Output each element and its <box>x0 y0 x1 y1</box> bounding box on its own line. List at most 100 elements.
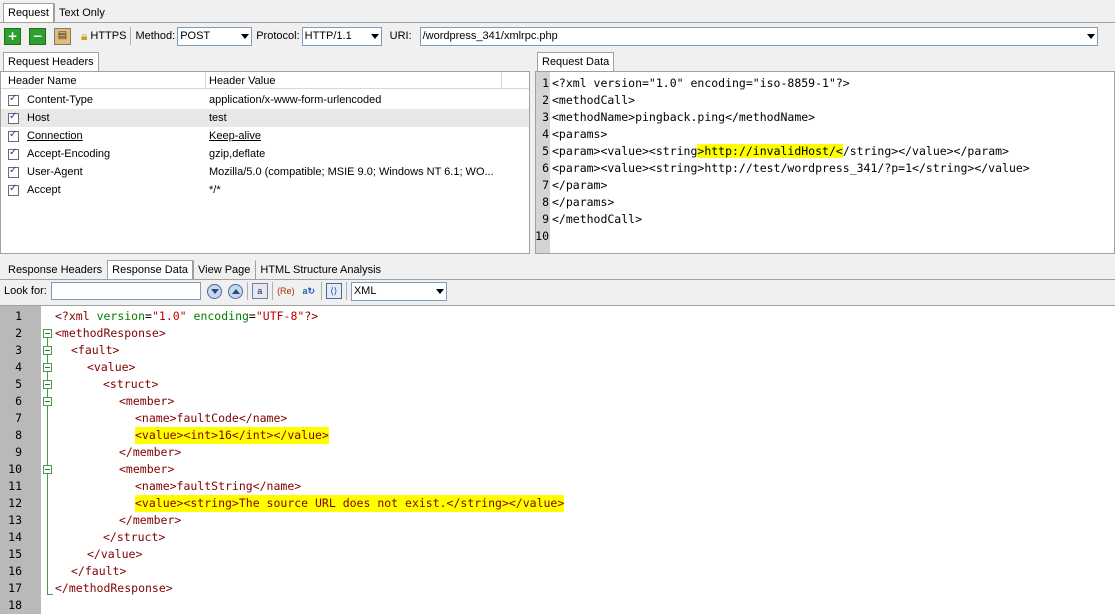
chevron-down-icon <box>370 33 379 39</box>
https-toggle[interactable]: HTTPS <box>90 30 126 42</box>
code-line: <param><value><string>http://test/wordpr… <box>552 161 1030 175</box>
tab-request[interactable]: Request <box>3 3 54 22</box>
toolbar-divider <box>130 27 132 45</box>
code-line: <methodName>pingback.ping</methodName> <box>552 110 816 124</box>
header-value: gzip,deflate <box>209 148 266 160</box>
line-number: 10 <box>535 229 549 243</box>
line-number: 17 <box>8 581 22 595</box>
tab-response-headers[interactable]: Response Headers <box>3 260 107 279</box>
code-line: </value> <box>87 547 143 561</box>
header-name: Accept-Encoding <box>27 148 111 160</box>
request-headers-tabbar: Request Headers <box>3 52 99 71</box>
highlighted-text: >http://invalidHost/< <box>697 144 843 158</box>
header-row[interactable]: Accept */* <box>1 181 529 199</box>
tab-request-headers[interactable]: Request Headers <box>3 52 99 71</box>
fold-toggle-icon[interactable] <box>43 363 52 372</box>
toolbar-divider <box>271 282 273 300</box>
header-name: Content-Type <box>27 94 94 106</box>
protocol-select[interactable]: HTTP/1.1 <box>301 26 382 46</box>
code-line: <name>faultString</name> <box>135 479 302 493</box>
header-name: Accept <box>27 184 61 196</box>
tab-request-data[interactable]: Request Data <box>537 52 615 71</box>
line-number: 6 <box>15 394 22 408</box>
find-next-icon[interactable] <box>206 283 222 299</box>
request-headers-panel: Header Name Header Value Content-Type app… <box>0 71 530 254</box>
line-number: 14 <box>8 530 22 544</box>
xml-declaration: <?xml version="1.0" encoding="UTF-8"?> <box>55 308 318 325</box>
replace-icon[interactable]: a↻ <box>301 283 317 299</box>
header-value: test <box>209 112 227 124</box>
response-data-editor[interactable]: 1 2 3 4 5 6 7 8 9 10 11 12 13 14 15 16 17 18 <?xml versio… <box>0 305 1115 614</box>
method-select[interactable]: POST <box>177 26 253 46</box>
remove-header-button[interactable]: − <box>29 27 46 45</box>
header-row[interactable]: Accept-Encoding gzip,deflate <box>1 145 529 163</box>
fold-toggle-icon[interactable] <box>43 329 52 338</box>
line-number: 2 <box>15 326 22 340</box>
xml-decl-part: = <box>248 309 256 323</box>
format-select[interactable]: XML <box>350 281 447 301</box>
xml-decl-part: ?> <box>304 309 319 323</box>
header-row[interactable]: Content-Type application/x-www-form-urlen… <box>1 91 529 109</box>
xml-decl-part <box>187 309 194 323</box>
request-data-tabbar: Request Data <box>537 52 615 71</box>
uri-input[interactable]: /wordpress_341/xmlrpc.php <box>419 26 1098 46</box>
header-row[interactable]: User-Agent Mozilla/5.0 (compatible; MSIE … <box>1 163 529 181</box>
fold-toggle-icon[interactable] <box>43 380 52 389</box>
fold-toggle-icon[interactable] <box>43 397 52 406</box>
line-number: 16 <box>8 564 22 578</box>
line-number: 4 <box>15 360 22 374</box>
code-line: </member> <box>119 513 182 527</box>
line-number: 13 <box>8 513 22 527</box>
code-line: </struct> <box>103 530 166 544</box>
find-prev-icon[interactable] <box>227 283 243 299</box>
line-number: 12 <box>8 496 22 510</box>
fold-toggle-icon[interactable] <box>43 346 52 355</box>
tab-view-page[interactable]: View Page <box>193 260 255 279</box>
add-icon: + <box>7 29 18 43</box>
format-value: XML <box>353 285 377 297</box>
header-enabled-checkbox[interactable] <box>8 93 19 106</box>
col-header-value[interactable]: Header Value <box>209 75 275 87</box>
code-line: </params> <box>552 195 615 209</box>
col-header-name[interactable]: Header Name <box>8 75 76 87</box>
tab-text-only[interactable]: Text Only <box>53 3 110 22</box>
code-line: </member> <box>119 445 182 459</box>
add-header-button[interactable]: + <box>4 27 21 45</box>
request-data-editor[interactable]: 1 <?xml version="1.0" encoding="iso-8859-… <box>535 71 1115 254</box>
uri-value: /wordpress_341/xmlrpc.php <box>422 30 558 42</box>
line-number: 7 <box>15 411 22 425</box>
header-enabled-checkbox[interactable] <box>8 183 19 196</box>
chevron-down-icon <box>435 288 444 294</box>
fold-toggle-icon[interactable] <box>43 465 52 474</box>
header-name: Connection <box>27 130 83 142</box>
protocol-label: Protocol: <box>256 30 300 42</box>
tab-response-data[interactable]: Response Data <box>107 260 193 279</box>
look-for-label: Look for: <box>4 285 47 297</box>
header-row[interactable]: Host test <box>1 109 529 127</box>
match-case-icon[interactable]: a <box>251 283 268 299</box>
line-number: 4 <box>542 127 549 141</box>
code-line: <value><string>The source URL does not e… <box>135 495 565 512</box>
header-enabled-checkbox[interactable] <box>8 165 19 178</box>
line-number: 9 <box>15 445 22 459</box>
xml-decl-part: encoding <box>193 309 249 323</box>
header-enabled-checkbox[interactable] <box>8 147 19 160</box>
line-number: 2 <box>542 93 549 107</box>
regex-icon[interactable]: (Re) <box>277 283 295 299</box>
line-number: 3 <box>542 110 549 124</box>
tab-html-structure[interactable]: HTML Structure Analysis <box>255 260 386 279</box>
code-text: <param><value><string <box>552 144 698 158</box>
wrap-icon[interactable]: ⟨⟩ <box>325 283 342 299</box>
line-number: 1 <box>15 309 22 323</box>
line-number: 11 <box>8 479 22 493</box>
header-row[interactable]: Connection Keep-alive <box>1 127 529 145</box>
toolbar-divider <box>320 282 322 300</box>
line-number: 6 <box>542 161 549 175</box>
code-line: </methodResponse> <box>55 581 173 595</box>
header-enabled-checkbox[interactable] <box>8 111 19 124</box>
paste-button[interactable]: ▤ <box>54 27 71 45</box>
header-enabled-checkbox[interactable] <box>8 129 19 142</box>
look-for-input[interactable] <box>50 282 201 300</box>
code-line: <struct> <box>103 377 159 391</box>
xml-decl-part: = <box>145 309 152 323</box>
